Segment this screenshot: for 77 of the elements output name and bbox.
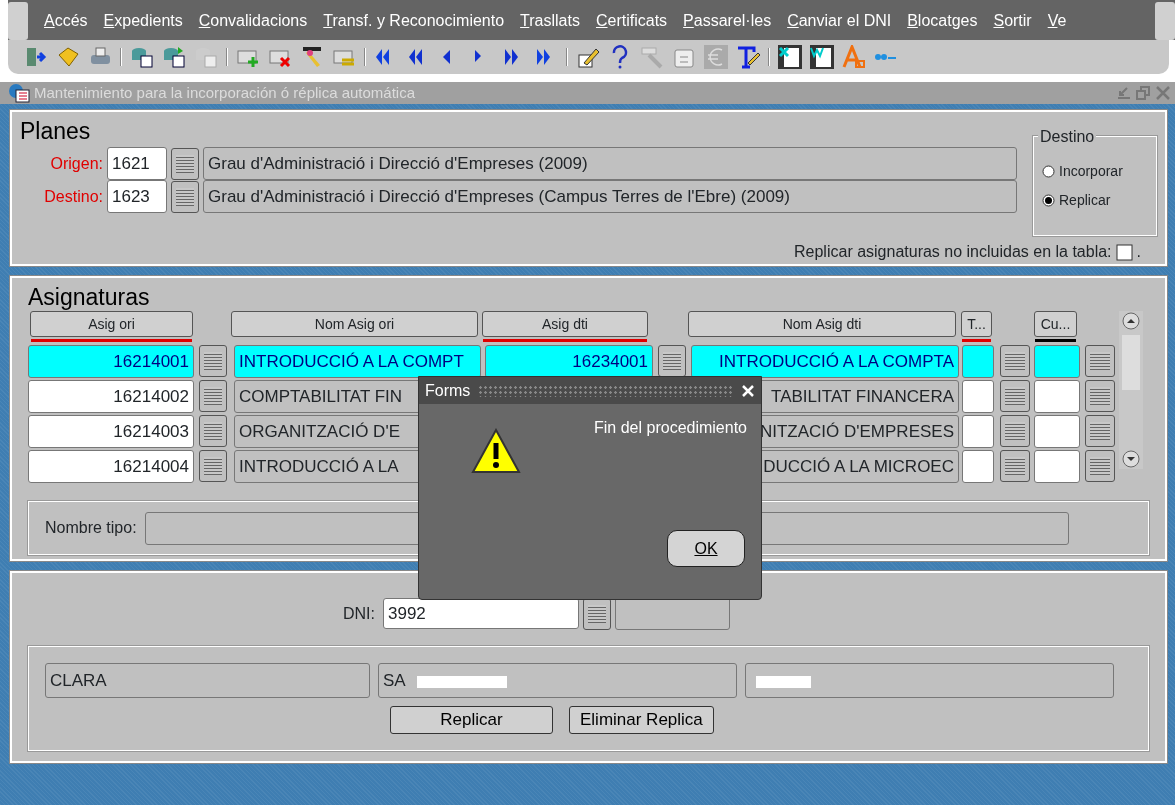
- action-button[interactable]: Replicar: [390, 706, 553, 734]
- checkbox-label: Replicar asignaturas no incluidas en la tabla:: [794, 242, 1112, 262]
- spreadsheet-export-icon[interactable]: [778, 45, 802, 69]
- menu-item[interactable]: Convalidacions: [190, 9, 316, 33]
- list-of-values-button[interactable]: [1085, 380, 1115, 412]
- menu-item[interactable]: Expedients: [95, 9, 191, 33]
- text-edit-icon[interactable]: [736, 45, 760, 69]
- table-cell[interactable]: [1034, 380, 1080, 413]
- ok-button[interactable]: OK: [667, 530, 745, 567]
- document-export-icon[interactable]: [810, 45, 834, 69]
- menu-item[interactable]: Blocatges: [899, 9, 986, 33]
- list-of-values-button[interactable]: [171, 180, 199, 213]
- list-of-values-button[interactable]: [1085, 345, 1115, 377]
- table-cell[interactable]: [962, 415, 994, 448]
- list-of-values-button[interactable]: [1085, 415, 1115, 447]
- field-label: DNI:: [343, 603, 375, 624]
- code-cell[interactable]: 16234001: [485, 345, 653, 378]
- list-of-values-button[interactable]: [1000, 415, 1030, 447]
- menu-item[interactable]: Sortir: [985, 9, 1040, 33]
- checkbox[interactable]: [1115, 243, 1133, 261]
- table-cell[interactable]: [962, 450, 994, 483]
- list-of-values-button[interactable]: [1000, 450, 1030, 482]
- menu-item[interactable]: Canviar el DNI: [779, 9, 900, 33]
- section-heading: Asignaturas: [28, 286, 151, 309]
- dni-field[interactable]: 3992: [383, 598, 579, 629]
- code-cell[interactable]: 16214002: [28, 380, 194, 413]
- list-of-values-button[interactable]: [171, 147, 199, 180]
- action-button[interactable]: Eliminar Replica: [569, 706, 714, 734]
- warning-icon: [471, 428, 521, 474]
- list-of-values-button[interactable]: [199, 450, 227, 482]
- vertical-scrollbar[interactable]: [1119, 311, 1143, 469]
- radio-option[interactable]: Replicar: [1042, 190, 1148, 211]
- column-header[interactable]: Nom Asig dti: [688, 311, 956, 337]
- menu-item[interactable]: Transf. y Reconocimiento: [315, 9, 513, 33]
- exit-door-icon[interactable]: [24, 45, 48, 69]
- name-cell[interactable]: INTRODUCCIÓ A LA COMPT: [234, 345, 481, 378]
- code-cell[interactable]: 16214003: [28, 415, 194, 448]
- list-of-values-button[interactable]: [1000, 380, 1030, 412]
- table-cell[interactable]: [1034, 450, 1080, 483]
- dialog-title: Forms: [425, 380, 471, 401]
- menu-item[interactable]: Accés: [36, 9, 96, 33]
- scroll-up-icon[interactable]: [1121, 311, 1141, 331]
- table-cell[interactable]: [1034, 345, 1080, 378]
- table-cell[interactable]: [962, 345, 994, 378]
- list-of-values-button[interactable]: [199, 415, 227, 447]
- list-of-values-button[interactable]: [658, 345, 686, 377]
- list-of-values-button[interactable]: [199, 345, 227, 377]
- plan-description-field: Grau d'Administració i Direcció d'Empreses (Campus Terres de l'Ebre) (2009): [203, 180, 1017, 213]
- table-cell[interactable]: [962, 380, 994, 413]
- form-window-icon: [8, 83, 30, 103]
- plan-code-field[interactable]: 1623: [107, 180, 167, 213]
- field-label: Nombre tipo:: [45, 518, 137, 538]
- list-of-values-button[interactable]: [1000, 345, 1030, 377]
- redaction-block: [756, 676, 811, 688]
- plan-description-field: Grau d'Administració i Direcció d'Empreses (2009): [203, 147, 1017, 180]
- menu-item[interactable]: Passarel·les: [675, 9, 780, 33]
- code-cell[interactable]: 16214004: [28, 450, 194, 483]
- column-header[interactable]: Nom Asig ori: [231, 311, 478, 337]
- window-title: Mantenimiento para la incorporación ó réplica automática: [34, 82, 417, 103]
- name-cell[interactable]: INTRODUCCIÓ A LA COMPTA: [691, 345, 959, 378]
- menu-item[interactable]: Ve: [1039, 9, 1075, 33]
- scroll-down-icon[interactable]: [1121, 449, 1141, 469]
- list-of-values-button[interactable]: [199, 380, 227, 412]
- plan-code-field[interactable]: 1621: [107, 147, 167, 180]
- punctuation-mark: .: [1136, 242, 1141, 262]
- section-heading: Planes: [20, 120, 92, 143]
- list-of-values-button[interactable]: [1085, 450, 1115, 482]
- code-cell[interactable]: 16214001: [28, 345, 194, 378]
- highlighter-icon[interactable]: [300, 45, 324, 69]
- field-label: Origen:: [49, 153, 103, 174]
- first-name-field: CLARA: [45, 663, 370, 698]
- menu-item[interactable]: Certificats: [587, 9, 676, 33]
- surname-field: SA: [378, 663, 737, 698]
- radio-option[interactable]: Incorporar: [1042, 161, 1148, 182]
- field-label: Destino:: [43, 186, 103, 207]
- menu-item[interactable]: Trasllats: [512, 9, 588, 33]
- table-cell[interactable]: [1034, 415, 1080, 448]
